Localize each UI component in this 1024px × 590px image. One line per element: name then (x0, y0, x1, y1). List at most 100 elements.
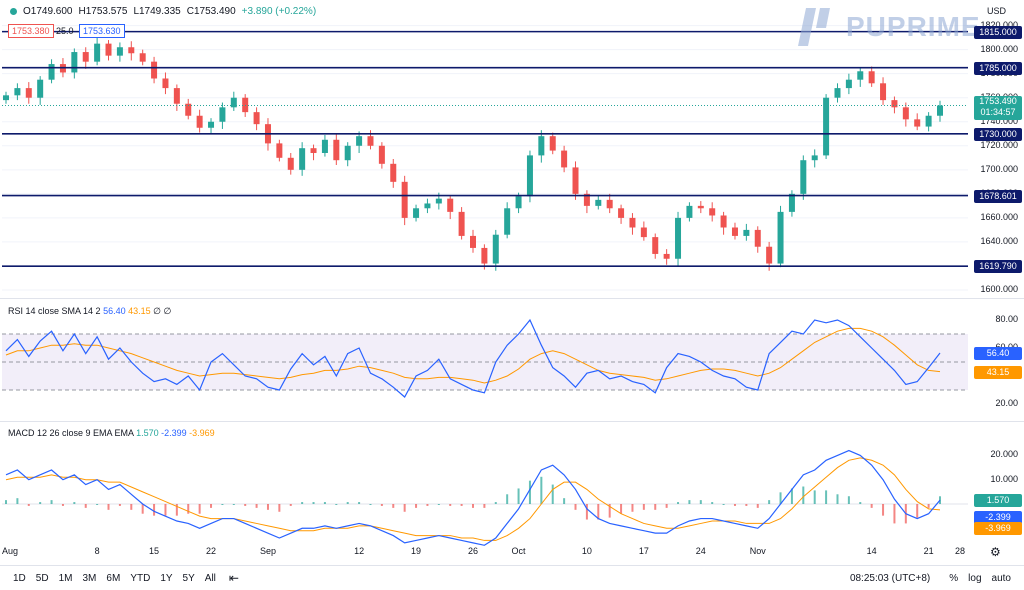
candle-body (173, 88, 180, 104)
candle-body (766, 246, 773, 264)
time-tick-label: 26 (467, 546, 479, 556)
macd-hist-bar (449, 504, 452, 506)
macd-hist-bar (688, 500, 691, 504)
candle-body (618, 208, 625, 218)
timeframe-button[interactable]: 3M (78, 573, 102, 584)
candle-body (572, 167, 579, 194)
macd-hist-bar (642, 504, 645, 510)
macd-tick-label: 10.000 (990, 473, 1018, 484)
sell-price-button[interactable]: 1753.380 (8, 24, 54, 38)
macd-hist-bar (483, 504, 486, 508)
candle-body (71, 52, 78, 73)
timeframe-button[interactable]: All (200, 573, 221, 584)
log-toggle[interactable]: log (963, 573, 986, 584)
candle-body (139, 53, 146, 62)
candle-body (105, 43, 112, 56)
macd-hist-bar (73, 502, 76, 504)
macd-hist-bar (369, 504, 372, 505)
currency-label[interactable]: USD (987, 6, 1006, 16)
macd-hist-legend-value: 1.570 (136, 428, 159, 438)
timeframe-button[interactable]: 1M (54, 573, 78, 584)
time-tick-label: 8 (94, 546, 100, 556)
price-tick-label: 1600.000 (980, 283, 1018, 294)
settings-gear-icon[interactable]: ⚙ (990, 545, 1001, 559)
price-tick-label: 1700.000 (980, 163, 1018, 174)
candle-body (731, 227, 738, 236)
auto-toggle[interactable]: auto (987, 573, 1016, 584)
macd-hist-bar (187, 504, 190, 514)
time-tick-label: 15 (149, 546, 160, 556)
rsi-pane (2, 318, 968, 398)
macd-tick-label: 20.000 (990, 449, 1018, 460)
rsi-tick-label: 80.00 (995, 314, 1018, 324)
macd-hist-bar (813, 490, 816, 504)
timeframe-button[interactable]: 6M (101, 573, 125, 584)
logo-text: PUPRIME (846, 11, 981, 42)
macd-hist-bar (631, 504, 634, 512)
candle-body (344, 145, 351, 161)
candle-body (857, 71, 864, 80)
macd-hist-bar (380, 504, 383, 506)
candle-body (390, 163, 397, 182)
candle-body (253, 112, 260, 125)
price-chart[interactable] (0, 0, 1024, 590)
price-tick-label: 1720.000 (980, 139, 1018, 150)
macd-hist-bar (847, 496, 850, 504)
candle-body (891, 100, 898, 108)
candle-body (94, 43, 101, 62)
macd-hist-bar (836, 494, 839, 504)
timeframe-button[interactable]: 1D (8, 573, 31, 584)
macd-hist-bar (654, 504, 657, 510)
candle-body (595, 199, 602, 206)
time-tick-label: Nov (749, 546, 766, 556)
candle-body (492, 234, 499, 264)
candle-body (720, 215, 727, 228)
macd-hist-bar (563, 498, 566, 504)
candle-body (754, 229, 761, 247)
close-value: C1753.490 (186, 6, 236, 17)
macd-hist-bar (665, 504, 668, 508)
price-tick-label: 1660.000 (980, 211, 1018, 222)
candle-body (606, 199, 613, 209)
candle-body (777, 211, 784, 264)
macd-hist-bar (768, 500, 771, 504)
candle-body (14, 88, 21, 96)
candle-body (413, 208, 420, 218)
candle-body (378, 145, 385, 164)
candle-body (37, 79, 44, 98)
macd-hist-bar (825, 490, 828, 504)
macd-hist-bar (27, 504, 30, 506)
macd-hist-bar (335, 504, 338, 505)
candle-body (128, 47, 135, 54)
candle-body (219, 107, 226, 122)
macd-title: MACD 12 26 close 9 EMA EMA (8, 428, 134, 438)
macd-hist-bar (323, 502, 326, 504)
timeframe-button[interactable]: 1Y (155, 573, 177, 584)
candle-body (515, 196, 522, 209)
macd-hist-bar (437, 504, 440, 505)
macd-hist-bar (859, 502, 862, 504)
current-price-tag: 1753.490 01:34:57 (974, 95, 1022, 120)
macd-signal-legend-value: -3.969 (189, 428, 215, 438)
candle-body (435, 198, 442, 204)
macd-hist-bar (517, 488, 520, 504)
macd-hist-bar (164, 504, 167, 516)
time-tick-label: Aug (1, 546, 19, 556)
buy-price-button[interactable]: 1753.630 (79, 24, 125, 38)
low-value: L1749.335 (133, 6, 181, 17)
candle-body (709, 208, 716, 216)
candle-body (914, 119, 921, 127)
macd-hist-bar (39, 502, 42, 504)
candle-body (811, 155, 818, 161)
clock-label[interactable]: 08:25:03 (UTC+8) (850, 573, 930, 584)
timeframe-button[interactable]: 5Y (178, 573, 200, 584)
macd-hist-bar (312, 502, 315, 504)
candle-body (276, 143, 283, 158)
timeframe-button[interactable]: 5D (31, 573, 54, 584)
date-range-icon[interactable]: ⇤ (229, 571, 239, 585)
timeframe-button[interactable]: YTD (125, 573, 155, 584)
macd-hist-bar (16, 498, 19, 504)
macd-hist-bar (232, 504, 235, 505)
macd-hist-bar (551, 484, 554, 504)
percent-toggle[interactable]: % (944, 573, 963, 584)
